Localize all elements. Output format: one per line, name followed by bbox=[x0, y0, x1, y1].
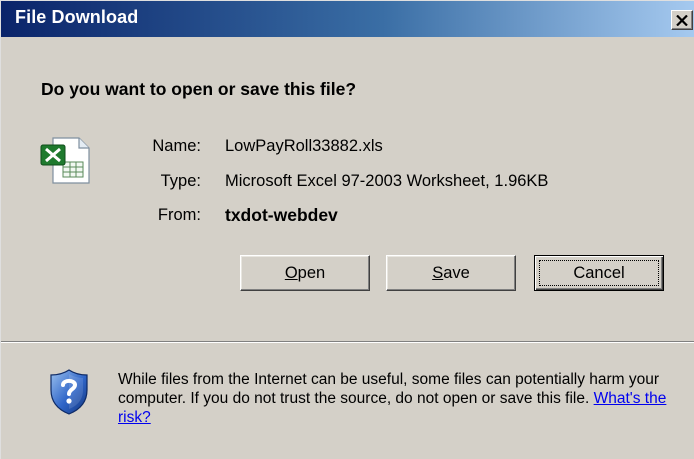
cancel-button[interactable]: Cancel bbox=[534, 255, 664, 291]
warning-message: While files from the Internet can be use… bbox=[118, 371, 660, 407]
open-button[interactable]: Open bbox=[240, 255, 370, 291]
cancel-button-label: Cancel bbox=[573, 263, 625, 282]
file-source-value: txdot-webdev bbox=[225, 205, 338, 225]
security-warning-text: While files from the Internet can be use… bbox=[118, 370, 690, 427]
close-icon bbox=[676, 14, 688, 26]
dialog-question: Do you want to open or save this file? bbox=[41, 79, 357, 99]
file-download-dialog: File Download Do you want to open or sav… bbox=[0, 0, 694, 459]
window-title: File Download bbox=[15, 7, 139, 27]
security-shield-question-icon bbox=[50, 369, 88, 415]
title-bar[interactable]: File Download bbox=[1, 1, 694, 37]
from-label: From: bbox=[157, 206, 201, 224]
open-button-label: Open bbox=[284, 263, 326, 282]
close-button[interactable] bbox=[671, 10, 693, 30]
file-type-value: Microsoft Excel 97-2003 Worksheet, 1.96K… bbox=[225, 172, 549, 190]
separator-highlight bbox=[1, 342, 694, 343]
save-button-label: Save bbox=[432, 263, 470, 282]
type-label: Type: bbox=[160, 172, 201, 190]
file-name-value: LowPayRoll33882.xls bbox=[225, 137, 383, 155]
save-button[interactable]: Save bbox=[386, 255, 516, 291]
name-label: Name: bbox=[152, 137, 201, 155]
